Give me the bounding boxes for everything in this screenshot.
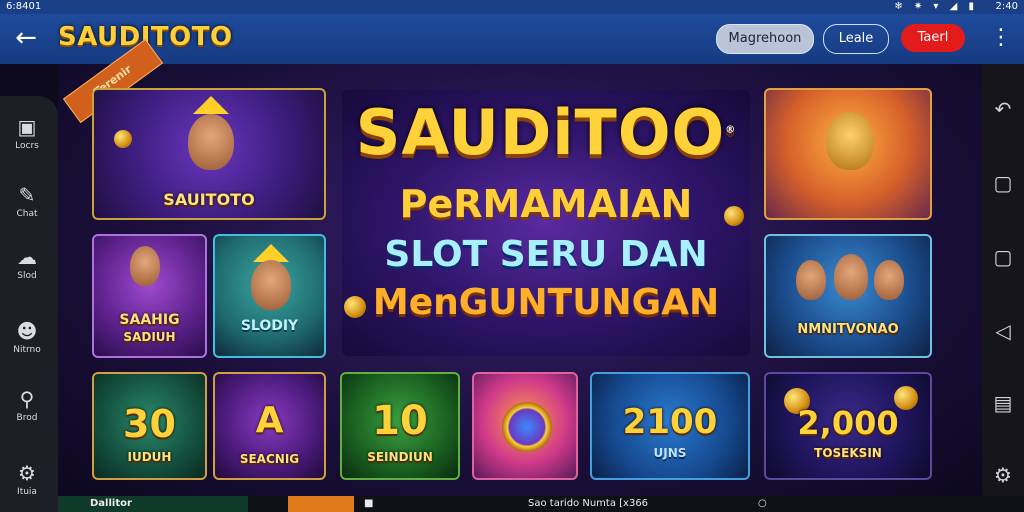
tile-label: SAAHIG [119,312,180,328]
tile-sublabel: TOSEKSIN [814,446,882,460]
game-tile-sauditoto[interactable]: SAUITOTO [92,88,326,220]
character-image [796,260,826,300]
character-image [874,260,904,300]
sidebar-item-label: Ituia [17,487,37,497]
bottom-thumb[interactable] [288,496,354,512]
hero-line-3: MenGUNTUNGAN [372,282,720,323]
sidebar-item-label: Chat [16,209,38,219]
square-icon: ▣ [17,115,37,139]
tile-number: 30 [123,402,176,446]
hero-banner[interactable]: SAUDiTOO® PeRMAMAIAN SLOT SERU DAN MenGU… [342,90,750,356]
game-tile-slodiy[interactable]: SLODIY [213,234,326,358]
sidebar-item-label: Nitrno [13,345,41,355]
tile-sublabel: SEINDIUN [367,450,433,464]
back-arrow-icon[interactable]: ← [12,25,40,52]
cloud-icon: ☁ [17,245,37,269]
sidebar-item-brod[interactable]: ⚲ Brod [0,388,54,424]
bottom-brand[interactable]: Dallitor [58,496,248,512]
overflow-menu-icon[interactable]: ⋮ [990,26,1012,50]
tile-number: 10 [372,398,428,444]
character-image [130,246,160,286]
sidebar-item-chat[interactable]: ✎ Chat [0,184,54,220]
chat-bubble-icon: ☻ [16,319,38,343]
bottom-ticker: Sao tarido Numta [x366 [528,498,649,509]
sidebar-item-nitrno[interactable]: ☻ Nitrno [0,320,54,356]
info-icon: ⚲ [19,387,35,411]
tile-label: NMNITVONAO [797,322,899,337]
sidebar-item-ituia[interactable]: ⚙ Ituia [0,462,54,498]
game-tile-2000[interactable]: 2,000 TOSEKSIN [764,372,932,480]
coin-icon [724,206,744,226]
split-screen-icon[interactable]: ▤ [982,388,1024,418]
hero-line-1: PeRMAMAIAN [399,182,693,226]
status-bar: 6:8401 ❄ ✷ ▾ ◢ ▮ 2:40 [0,0,1024,14]
tile-sublabel: SEACNIG [239,452,300,466]
crown-icon [193,96,229,114]
game-tile-golden-mask[interactable] [764,88,932,220]
recent-apps-icon[interactable]: ▢ [982,242,1024,272]
tile-number: 2,000 [797,404,899,442]
status-clock: 2:40 [995,1,1018,12]
mask-image [826,112,874,170]
sidebar-item-label: Locrs [15,141,39,151]
home-indicator-icon[interactable]: ○ [758,496,767,512]
game-tile-30[interactable]: 30 IUDUH [92,372,207,480]
game-tile-2100[interactable]: 2100 UJNS [590,372,750,480]
status-time: 6:8401 [6,1,42,12]
character-image [834,254,868,300]
game-tile-wheel[interactable] [472,372,578,480]
sidebar-item-label: Slod [17,271,37,281]
sidebar-item-label: Brod [16,413,38,423]
gear-icon: ⚙ [18,461,36,485]
sidebar-item-locrs[interactable]: ▣ Locrs [0,116,54,152]
status-icons: ❄ ✷ ▾ ◢ ▮ [894,1,978,12]
bottom-thumb-2[interactable]: ■ [364,496,404,512]
game-tile-saahig[interactable]: SAAHIG SADIUH [92,234,207,358]
register-button[interactable]: Taerl [901,24,965,52]
tile-sublabel: SADIUH [123,330,176,344]
login-button[interactable]: Magrehoon [716,24,814,54]
game-tile-a[interactable]: A SEACNIG [213,372,326,480]
tile-sublabel: IUDUH [127,450,172,464]
bell-icon: ✎ [18,183,36,207]
coin-icon [114,130,132,148]
character-image [188,114,234,170]
coin-icon [344,296,366,318]
character-image [251,260,291,310]
list-button[interactable]: Leale [823,24,889,54]
system-nav-bar: ↶ ▢ ▢ ◁ ▤ ⚙ [982,64,1024,512]
tile-label: SLODIY [240,318,299,334]
settings-nav-icon[interactable]: ⚙ [982,460,1024,490]
sidebar-item-slod[interactable]: ☁ Slod [0,246,54,282]
tile-letter: A [255,400,284,441]
square-nav-icon[interactable]: ▢ [982,168,1024,198]
game-tile-10[interactable]: 10 SEINDIUN [340,372,460,480]
tile-sublabel: UJNS [653,446,687,460]
wheel-icon [502,402,552,452]
tile-label: SAUITOTO [163,190,255,209]
left-sidebar: ▣ Locrs ✎ Chat ☁ Slod ☻ Nitrno ⚲ Brod ⚙ … [0,96,58,512]
game-tile-trio[interactable]: NMNITVONAO [764,234,932,358]
hero-title: SAUDiTOO® [355,96,737,169]
tile-number: 2100 [622,402,718,442]
hero-line-2: SLOT SERU DAN [384,234,708,275]
back-nav-icon[interactable]: ◁ [982,316,1024,346]
bottom-bar: Dallitor ■ Sao tarido Numta [x366 ○ [58,496,1024,512]
undo-icon[interactable]: ↶ [982,94,1024,124]
